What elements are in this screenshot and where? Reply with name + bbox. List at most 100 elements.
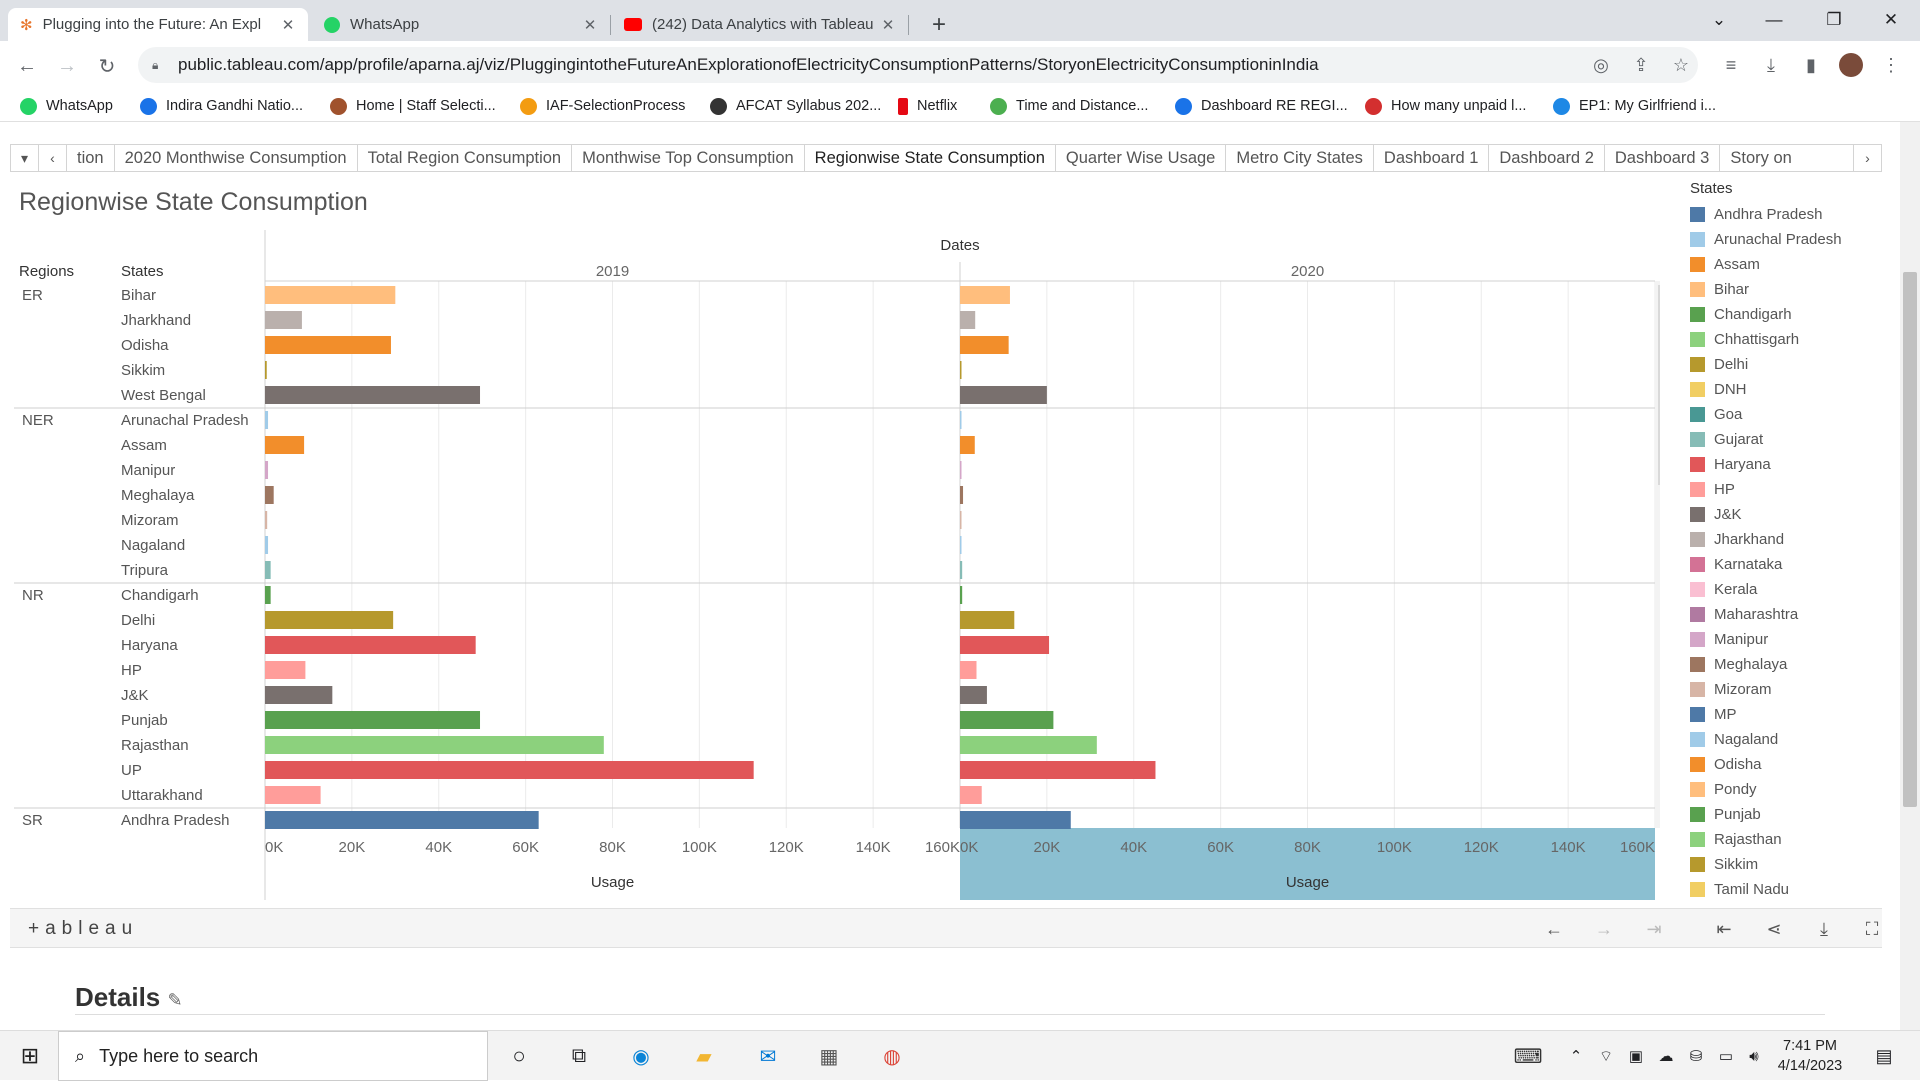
legend-item[interactable]: Kerala — [1690, 577, 1860, 602]
address-bar[interactable]: 🔒︎ public.tableau.com/app/profile/aparna… — [138, 47, 1698, 83]
forward-arrow-icon[interactable]: → — [54, 53, 80, 79]
page-scrollbar[interactable] — [1900, 122, 1920, 1030]
clock[interactable]: 7:41 PM 4/14/2023 — [1765, 1036, 1855, 1076]
notification-icon[interactable]: ▤ — [1868, 1040, 1900, 1072]
legend-item[interactable]: Manipur — [1690, 627, 1860, 652]
tray-up-icon[interactable]: ⌃ — [1560, 1040, 1592, 1072]
fullscreen-icon[interactable]: ⛶ — [1860, 917, 1884, 941]
state-label: Chandigarh — [121, 587, 199, 604]
browser-tab-youtube[interactable]: (242) Data Analytics with Tableau ✕ — [612, 8, 908, 41]
redo-icon[interactable]: → — [1592, 917, 1616, 941]
media-control-icon[interactable]: ≡ — [1718, 52, 1744, 78]
bar-chart[interactable]: Regions States Dates 2019 2020 ER Bihar Jharkha… — [0, 122, 1660, 902]
eye-off-icon[interactable]: ◎ — [1588, 52, 1614, 78]
windows-start-icon[interactable]: ⊞ — [14, 1040, 46, 1072]
undo-icon[interactable]: ← — [1542, 917, 1566, 941]
file-explorer-icon[interactable]: ▰ — [688, 1040, 720, 1072]
profile-avatar[interactable] — [1838, 52, 1864, 78]
legend-item[interactable]: Rajasthan — [1690, 827, 1860, 852]
bookmark-item[interactable]: Dashboard RE REGI... — [1175, 95, 1348, 117]
legend-label: HP — [1714, 481, 1735, 498]
legend-item[interactable]: DNH — [1690, 377, 1860, 402]
calculator-icon[interactable]: ▦ — [813, 1040, 845, 1072]
close-window-icon[interactable]: ✕ — [1862, 0, 1920, 40]
legend-item[interactable]: Jharkhand — [1690, 527, 1860, 552]
legend-item[interactable]: HP — [1690, 477, 1860, 502]
legend-item[interactable]: Sikkim — [1690, 852, 1860, 877]
close-tab-icon[interactable]: ✕ — [582, 16, 598, 34]
legend-item[interactable]: Chandigarh — [1690, 302, 1860, 327]
legend-item[interactable]: Karnataka — [1690, 552, 1860, 577]
legend-item[interactable]: Meghalaya — [1690, 652, 1860, 677]
cloud-icon[interactable]: ☁ — [1650, 1040, 1682, 1072]
close-tab-icon[interactable]: ✕ — [280, 16, 296, 34]
pencil-icon[interactable]: ✎ — [168, 990, 183, 1010]
wifi-icon[interactable]: ⌔ — [1590, 1040, 1622, 1072]
legend-title: States — [1690, 180, 1733, 197]
tableau-logo: +ableau — [28, 918, 139, 939]
legend-item[interactable]: Maharashtra — [1690, 602, 1860, 627]
usb-icon[interactable]: ⛁ — [1680, 1040, 1712, 1072]
legend-item[interactable]: Punjab — [1690, 802, 1860, 827]
bookmark-item[interactable]: IAF-SelectionProcess — [520, 95, 685, 117]
new-tab-button[interactable]: + — [920, 8, 954, 41]
legend-item[interactable]: Tamil Nadu — [1690, 877, 1860, 900]
scrollbar-thumb[interactable] — [1903, 272, 1917, 807]
legend-item[interactable]: Mizoram — [1690, 677, 1860, 702]
download-icon[interactable]: ⤓ — [1758, 52, 1784, 78]
legend-item[interactable]: Assam — [1690, 252, 1860, 277]
restore-icon[interactable]: ❐ — [1805, 0, 1863, 40]
browser-tab-tableau[interactable]: ✻ Plugging into the Future: An Expl ✕ — [8, 8, 308, 41]
back-arrow-icon[interactable]: ← — [14, 53, 40, 79]
minimize-icon[interactable]: — — [1745, 0, 1803, 40]
edge-icon[interactable]: ◉ — [625, 1040, 657, 1072]
legend-item[interactable]: Haryana — [1690, 452, 1860, 477]
share-icon[interactable]: ⇪ — [1628, 52, 1654, 78]
legend-item[interactable]: Nagaland — [1690, 727, 1860, 752]
bookmark-item[interactable]: Indira Gandhi Natio... — [140, 95, 303, 117]
legend-item[interactable]: Goa — [1690, 402, 1860, 427]
bar — [265, 336, 391, 354]
cortana-icon[interactable]: ○ — [503, 1040, 535, 1072]
legend-item[interactable]: Odisha — [1690, 752, 1860, 777]
side-panel-icon[interactable]: ▮ — [1798, 52, 1824, 78]
menu-kebab-icon[interactable]: ⋮ — [1878, 52, 1904, 78]
bookmark-label: WhatsApp — [46, 98, 113, 114]
bookmark-item[interactable]: Time and Distance... — [990, 95, 1148, 117]
revert-icon[interactable]: ⇥ — [1642, 917, 1666, 941]
bookmark-item[interactable]: Home | Staff Selecti... — [330, 95, 496, 117]
story-point[interactable]: Story on — [1720, 145, 1853, 171]
chrome-icon[interactable]: ◍ — [876, 1040, 908, 1072]
bookmark-item[interactable]: Netflix — [898, 95, 957, 117]
mail-icon[interactable]: ✉ — [752, 1040, 784, 1072]
taskbar-search[interactable]: ⌕ Type here to search — [58, 1031, 488, 1081]
legend-item[interactable]: Chhattisgarh — [1690, 327, 1860, 352]
axis-title: Usage — [591, 874, 634, 891]
legend-item[interactable]: Bihar — [1690, 277, 1860, 302]
onenote-icon[interactable]: ▣ — [1620, 1040, 1652, 1072]
download-icon[interactable]: ⤓ — [1812, 917, 1836, 941]
legend-item[interactable]: Arunachal Pradesh — [1690, 227, 1860, 252]
story-next-icon[interactable]: › — [1853, 145, 1881, 171]
tick-label: 160K — [1620, 839, 1655, 856]
bookmark-item[interactable]: AFCAT Syllabus 202... — [710, 95, 881, 117]
keyboard-icon[interactable]: ⌨ — [1512, 1040, 1544, 1072]
bookmark-star-icon[interactable]: ☆ — [1668, 52, 1694, 78]
bookmark-item[interactable]: EP1: My Girlfriend i... — [1553, 95, 1716, 117]
legend-item[interactable]: J&K — [1690, 502, 1860, 527]
reset-icon[interactable]: ⇤ — [1712, 917, 1736, 941]
legend-item[interactable]: Delhi — [1690, 352, 1860, 377]
legend-item[interactable]: Andhra Pradesh — [1690, 202, 1860, 227]
tab-search-chevron-icon[interactable]: ⌄ — [1690, 0, 1748, 40]
legend-swatch — [1690, 732, 1705, 747]
browser-tab-whatsapp[interactable]: WhatsApp ✕ — [312, 8, 610, 41]
legend-item[interactable]: Pondy — [1690, 777, 1860, 802]
legend-item[interactable]: Gujarat — [1690, 427, 1860, 452]
close-tab-icon[interactable]: ✕ — [880, 16, 896, 34]
bookmark-item[interactable]: WhatsApp — [20, 95, 113, 117]
bookmark-item[interactable]: How many unpaid l... — [1365, 95, 1526, 117]
legend-item[interactable]: MP — [1690, 702, 1860, 727]
task-view-icon[interactable]: ⧉ — [563, 1040, 595, 1072]
reload-icon[interactable]: ↻ — [94, 53, 120, 79]
share-icon[interactable]: ⋖ — [1762, 917, 1786, 941]
